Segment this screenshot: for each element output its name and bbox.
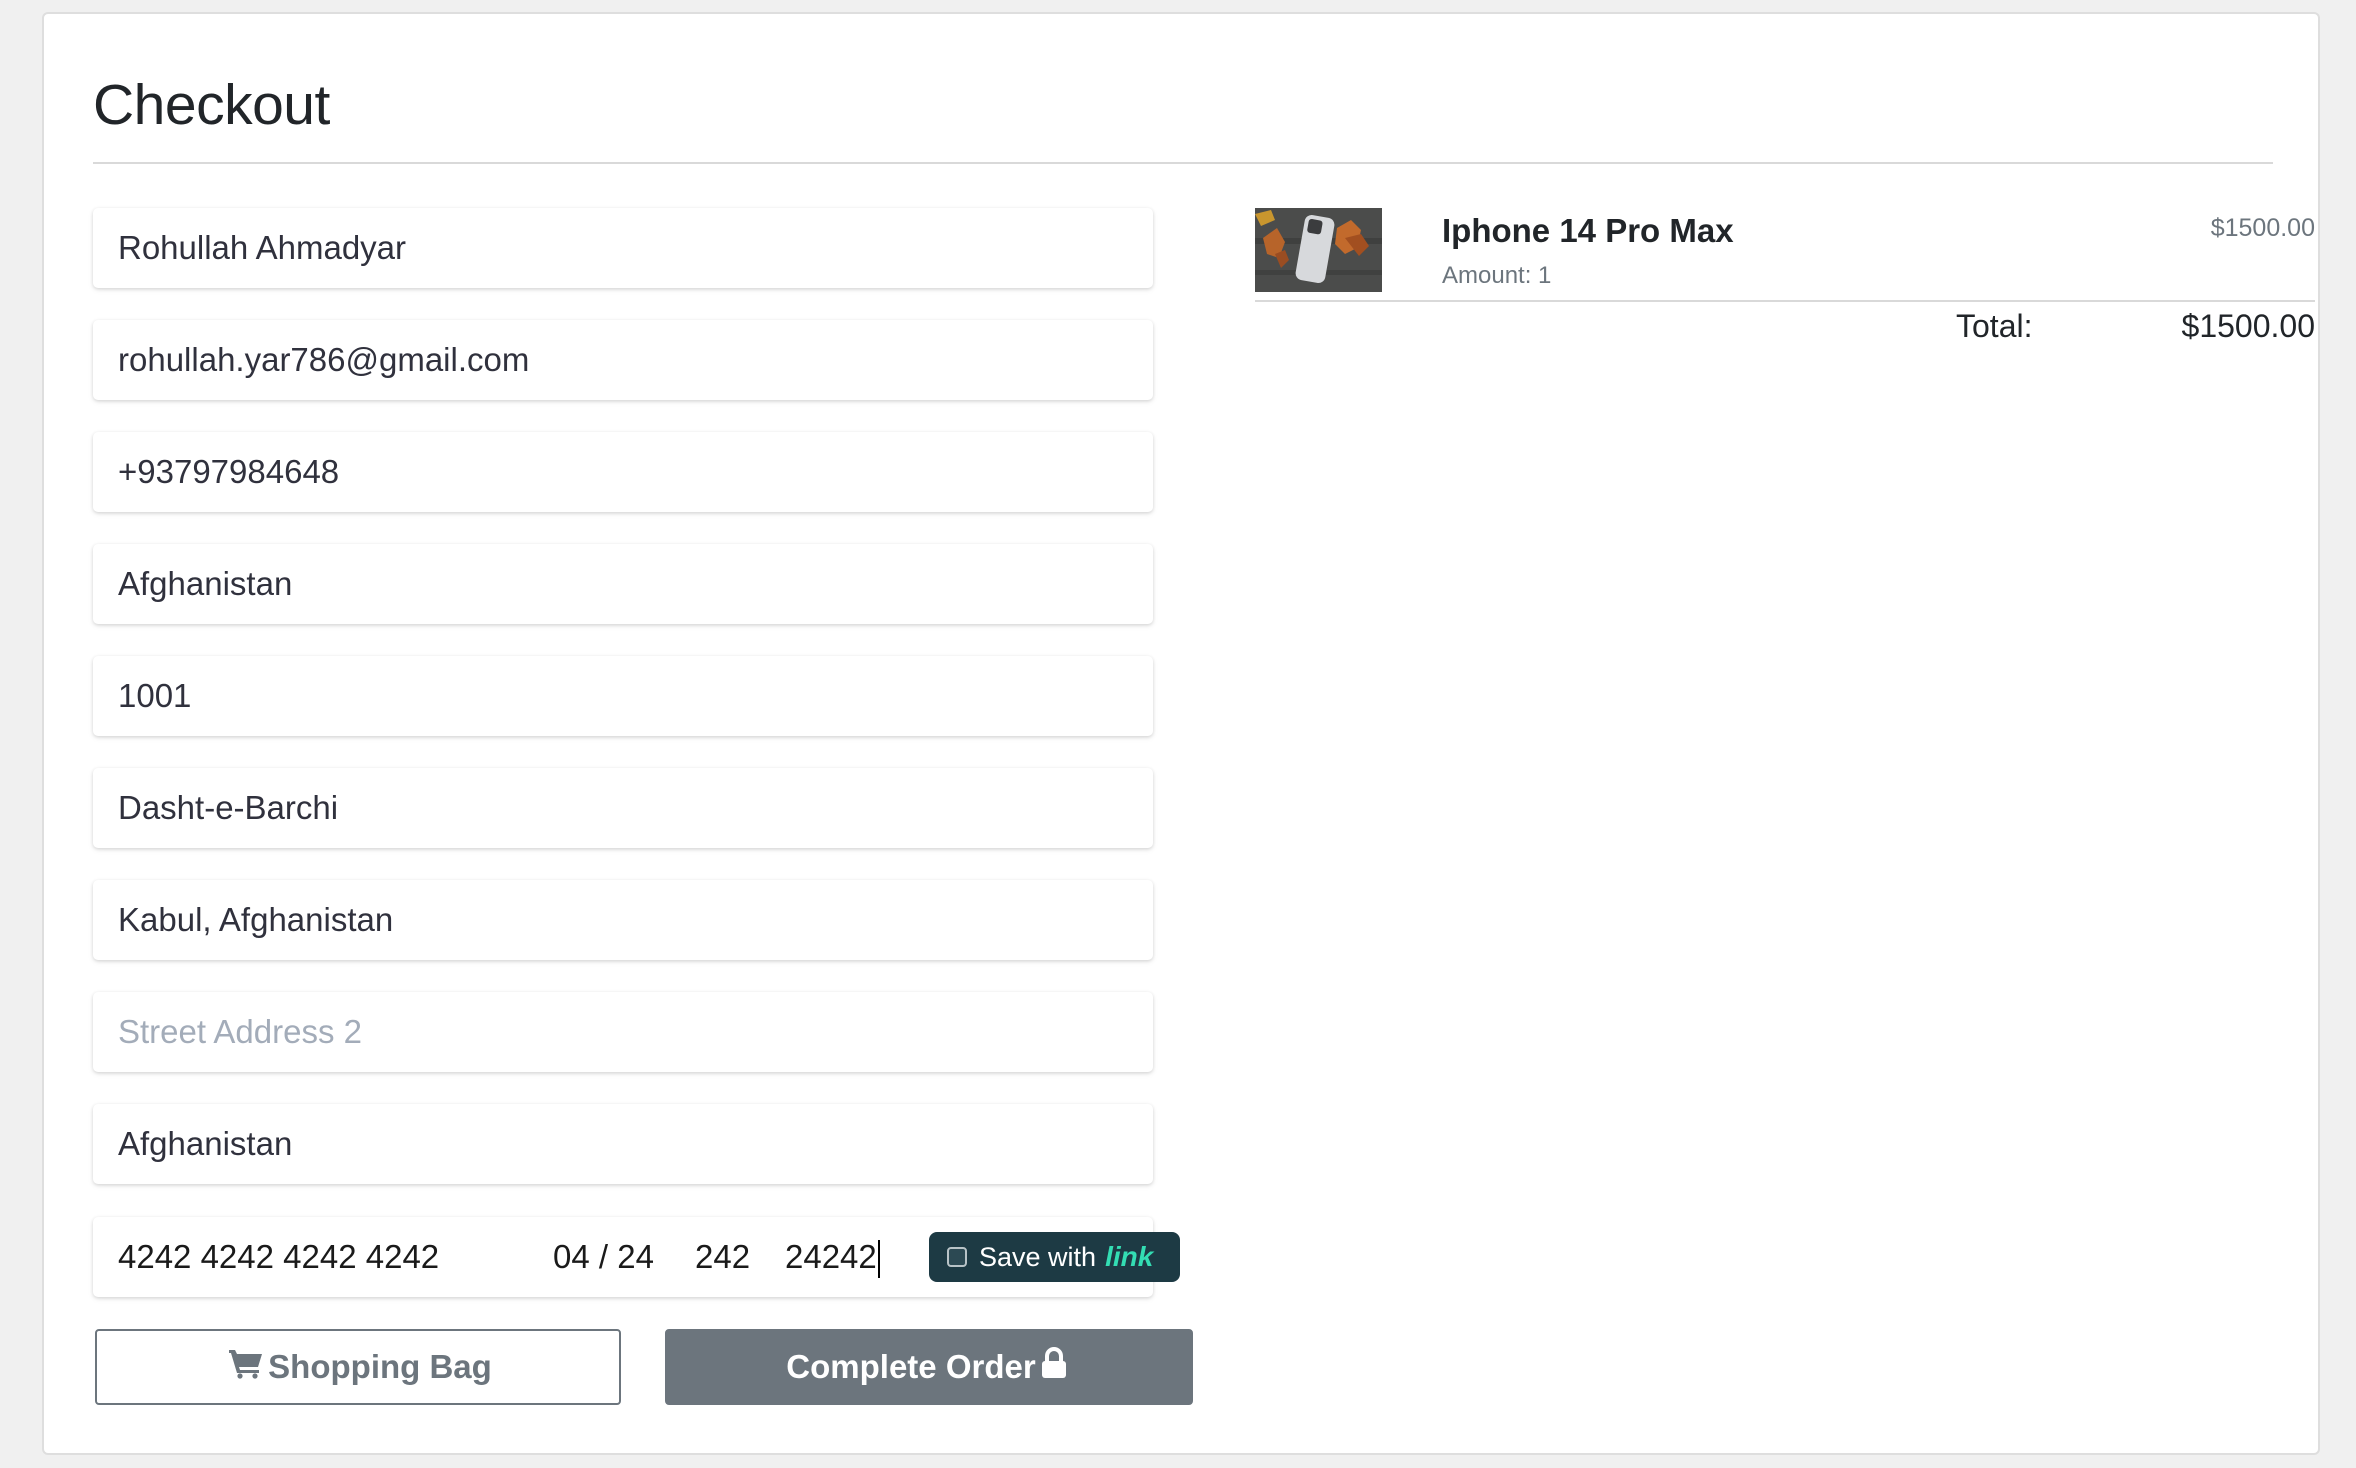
link-logo: link <box>1105 1241 1154 1272</box>
card-zip-input[interactable]: 24242 <box>785 1238 877 1275</box>
postal-code-field[interactable] <box>93 656 1153 736</box>
complete-order-button[interactable]: Complete Order <box>665 1329 1193 1405</box>
summary-divider <box>1255 300 2315 302</box>
card-expiry-input[interactable]: 04 / 24 <box>553 1217 654 1297</box>
product-thumbnail <box>1255 208 1382 292</box>
order-summary: Iphone 14 Pro Max Amount: 1 $1500.00 Tot… <box>1255 208 2315 344</box>
lock-icon <box>1036 1347 1072 1387</box>
complete-order-label: Complete Order <box>786 1348 1036 1385</box>
product-amount: Amount: 1 <box>1442 262 1552 289</box>
title-divider <box>93 162 2273 164</box>
save-with-label: Save with <box>979 1241 1097 1272</box>
total-value: $1500.00 <box>2181 308 2315 344</box>
save-with-link-toggle[interactable]: Save with link <box>929 1232 1180 1282</box>
state-input[interactable] <box>93 1104 1153 1184</box>
card-number-input[interactable]: 4242 4242 4242 4242 <box>118 1217 439 1297</box>
card-zip-wrap[interactable]: 24242 <box>785 1217 880 1297</box>
street-address-input[interactable] <box>93 768 1153 848</box>
email-input[interactable] <box>93 320 1153 400</box>
street-address-field[interactable] <box>93 768 1153 848</box>
street-address-2-field[interactable] <box>93 992 1153 1072</box>
product-name: Iphone 14 Pro Max <box>1442 212 1734 249</box>
full-name-field[interactable] <box>93 208 1153 288</box>
shopping-bag-button[interactable]: Shopping Bag <box>95 1329 621 1405</box>
city-input[interactable] <box>93 880 1153 960</box>
product-price: $1500.00 <box>2210 214 2315 242</box>
card-element[interactable]: 4242 4242 4242 4242 04 / 24 242 24242 Sa… <box>93 1217 1180 1297</box>
text-caret <box>877 1240 880 1279</box>
email-field[interactable] <box>93 320 1153 400</box>
country-field[interactable] <box>93 544 1153 624</box>
country-input[interactable] <box>93 544 1153 624</box>
state-field[interactable] <box>93 1104 1153 1184</box>
city-field[interactable] <box>93 880 1153 960</box>
card-cvc-input[interactable]: 242 <box>695 1217 750 1297</box>
total-label: Total: <box>1956 308 2033 344</box>
cart-icon <box>224 1347 268 1387</box>
save-with-link-checkbox[interactable] <box>947 1247 967 1267</box>
street-address-2-input[interactable] <box>93 992 1153 1072</box>
postal-code-input[interactable] <box>93 656 1153 736</box>
phone-input[interactable] <box>93 432 1153 512</box>
phone-field[interactable] <box>93 432 1153 512</box>
full-name-input[interactable] <box>93 208 1153 288</box>
shopping-bag-label: Shopping Bag <box>268 1348 492 1385</box>
page-title: Checkout <box>93 73 330 137</box>
checkout-card: Checkout 4242 4242 4242 4242 <box>42 12 2320 1455</box>
